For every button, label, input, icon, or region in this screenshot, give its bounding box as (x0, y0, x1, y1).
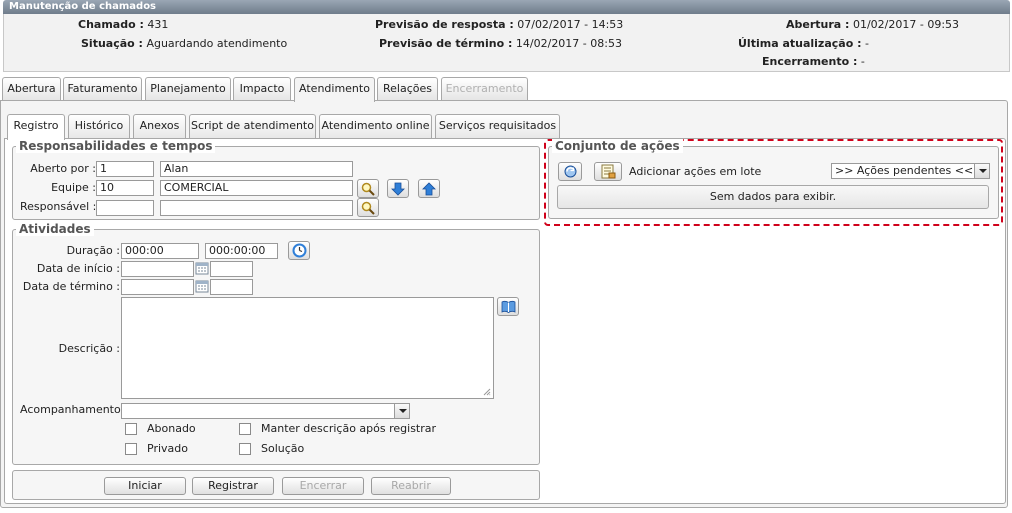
manter-descricao-checkbox[interactable] (239, 423, 251, 435)
iniciar-button[interactable]: Iniciar (104, 477, 186, 495)
data-inicio-input[interactable] (121, 261, 194, 277)
tab-planejamento[interactable]: Planejamento (145, 77, 231, 101)
chevron-down-icon[interactable] (974, 164, 989, 178)
reabrir-button: Reabrir (371, 477, 451, 495)
responsavel-search-button[interactable] (357, 198, 379, 217)
tab-atendimento-online[interactable]: Atendimento online (319, 114, 432, 138)
data-termino-label: Data de término : (22, 280, 120, 293)
previsao-resposta-label: Previsão de resposta : (375, 18, 514, 31)
equipe-label: Equipe : (51, 181, 96, 194)
chamado-label: Chamado : (78, 18, 144, 31)
arrow-down-icon (391, 182, 405, 196)
batch-list-icon (601, 164, 616, 179)
equipe-search-button[interactable] (357, 179, 379, 198)
acompanhamento-select[interactable] (121, 403, 410, 419)
batch-actions-button[interactable] (594, 162, 622, 181)
previsao-termino-value: 14/02/2017 - 08:53 (515, 37, 622, 50)
situacao-info: Situação : Aguardando atendimento (81, 37, 287, 50)
manter-descricao-label: Manter descrição após registrar (261, 422, 437, 435)
ultima-atualizacao-value: - (864, 37, 869, 50)
aberto-por-label: Aberto por : (30, 162, 96, 175)
acoes-pendentes-select[interactable]: >> Ações pendentes << (831, 163, 990, 179)
aberto-por-name-input[interactable]: Alan (160, 161, 353, 177)
descricao-textarea[interactable] (121, 297, 494, 399)
clock-icon (292, 243, 306, 258)
tab-relacoes[interactable]: Relações (377, 77, 438, 101)
tab-encerramento: Encerramento (441, 77, 528, 101)
tab-script-atendimento[interactable]: Script de atendimento (189, 114, 316, 138)
situacao-label: Situação : (81, 37, 143, 50)
conjunto-acoes-title: Conjunto de ações (552, 139, 683, 153)
hora-termino-input[interactable] (210, 279, 253, 295)
header-panel: Chamado : 431 Situação : Aguardando aten… (3, 14, 1010, 72)
hora-inicio-input[interactable] (210, 261, 253, 277)
tab-atendimento[interactable]: Atendimento (294, 77, 375, 102)
privado-checkbox[interactable] (125, 443, 137, 455)
tab-impacto[interactable]: Impacto (233, 77, 291, 101)
duracao-total-input[interactable]: 000:00:00 (205, 243, 278, 259)
tab-abertura[interactable]: Abertura (2, 77, 61, 101)
actions-bar (12, 470, 540, 500)
chamado-value: 431 (147, 18, 169, 31)
previsao-resposta-info: Previsão de resposta : 07/02/2017 - 14:5… (375, 18, 623, 31)
refresh-actions-button[interactable] (558, 162, 582, 181)
previsao-termino-info: Previsão de término : 14/02/2017 - 08:53 (379, 37, 622, 50)
ultima-atualizacao-info: Última atualização : - (738, 37, 869, 50)
search-icon (361, 182, 375, 196)
responsavel-name-input[interactable] (160, 200, 353, 216)
ultima-atualizacao-label: Última atualização : (738, 37, 862, 50)
move-down-button[interactable] (387, 179, 409, 198)
refresh-icon (564, 165, 576, 178)
calendar-icon[interactable] (195, 279, 209, 293)
data-termino-input[interactable] (121, 279, 194, 295)
equipe-name-input[interactable]: COMERCIAL (160, 180, 353, 196)
chamado-info: Chamado : 431 (78, 18, 168, 31)
abertura-info: Abertura : 01/02/2017 - 09:53 (786, 18, 959, 31)
tab-historico[interactable]: Histórico (68, 114, 130, 138)
abertura-label: Abertura : (786, 18, 850, 31)
book-icon (501, 300, 515, 313)
duracao-input[interactable]: 000:00 (121, 243, 199, 259)
empty-actions-message: Sem dados para exibir. (557, 185, 989, 209)
situacao-value: Aguardando atendimento (146, 37, 288, 50)
acoes-pendentes-value: >> Ações pendentes << (835, 164, 974, 177)
abonado-label: Abonado (147, 422, 196, 435)
tab-servicos-requisitados[interactable]: Serviços requisitados (435, 114, 560, 138)
tab-registro[interactable]: Registro (7, 114, 65, 140)
descricao-label: Descrição : (58, 342, 120, 355)
encerramento-info: Encerramento : - (762, 55, 865, 68)
responsabilidades-title: Responsabilidades e tempos (16, 139, 216, 153)
chevron-down-icon[interactable] (394, 404, 409, 418)
solucao-label: Solução (261, 442, 305, 455)
adicionar-acoes-label: Adicionar ações em lote (629, 165, 762, 178)
encerrar-button: Encerrar (282, 477, 364, 495)
calendar-icon[interactable] (195, 261, 209, 275)
acompanhamento-label: Acompanhamento : (20, 403, 128, 416)
move-up-button[interactable] (418, 179, 440, 198)
responsavel-code-input[interactable] (96, 200, 154, 216)
solucao-checkbox[interactable] (239, 443, 251, 455)
previsao-termino-label: Previsão de término : (379, 37, 513, 50)
privado-label: Privado (147, 442, 188, 455)
registrar-button[interactable]: Registrar (192, 477, 274, 495)
tab-faturamento[interactable]: Faturamento (63, 77, 142, 101)
responsavel-label: Responsável : (20, 200, 97, 213)
resize-grip-icon[interactable] (483, 388, 491, 396)
previsao-resposta-value: 07/02/2017 - 14:53 (517, 18, 624, 31)
encerramento-value: - (860, 55, 865, 68)
atividades-title: Atividades (16, 222, 94, 236)
encerramento-label: Encerramento : (762, 55, 858, 68)
search-icon (361, 201, 375, 215)
dictionary-button[interactable] (497, 297, 519, 316)
abonado-checkbox[interactable] (125, 423, 137, 435)
equipe-code-input[interactable]: 10 (96, 180, 154, 196)
timer-button[interactable] (288, 241, 310, 260)
data-inicio-label: Data de início : (36, 262, 120, 275)
aberto-por-code-input[interactable]: 1 (96, 161, 154, 177)
arrow-up-icon (422, 181, 436, 195)
window-title: Manutenção de chamados (3, 0, 1010, 14)
duracao-label: Duração : (66, 244, 120, 257)
abertura-value: 01/02/2017 - 09:53 (852, 18, 960, 31)
tab-anexos[interactable]: Anexos (133, 114, 186, 138)
